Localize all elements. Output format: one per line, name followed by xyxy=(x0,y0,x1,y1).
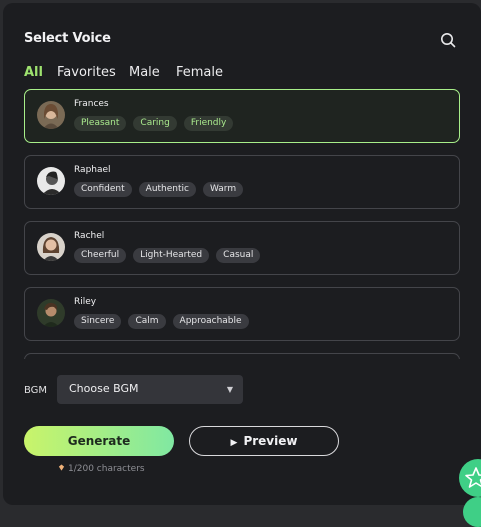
voice-tag: Light-Hearted xyxy=(133,248,210,263)
voice-tags: Sincere Calm Approachable xyxy=(74,314,249,330)
avatar xyxy=(37,233,65,261)
voice-name: Rachel xyxy=(74,231,105,241)
voice-list[interactable]: Frances Pleasant Caring Friendly Raphael… xyxy=(24,89,460,359)
voice-card-rachel[interactable]: Rachel Cheerful Light-Hearted Casual xyxy=(24,221,460,275)
generate-button[interactable]: Generate xyxy=(24,426,174,456)
voice-panel: Select Voice All Favorites Male Female F… xyxy=(3,3,481,505)
tab-male[interactable]: Male xyxy=(129,65,160,80)
voice-card-partial[interactable] xyxy=(24,353,460,359)
search-icon[interactable] xyxy=(439,31,457,49)
voice-name: Riley xyxy=(74,297,97,307)
favorite-fab[interactable] xyxy=(459,459,481,497)
voice-tag: Casual xyxy=(216,248,261,263)
preview-button[interactable]: ▶ Preview xyxy=(189,426,339,456)
voice-card-frances[interactable]: Frances Pleasant Caring Friendly xyxy=(24,89,460,143)
play-icon: ▶ xyxy=(230,438,238,448)
voice-card-riley[interactable]: Riley Sincere Calm Approachable xyxy=(24,287,460,341)
voice-tag: Cheerful xyxy=(74,248,127,263)
bgm-select[interactable]: Choose BGM ▼ xyxy=(57,375,243,404)
voice-name: Raphael xyxy=(74,165,111,175)
voice-tags: Confident Authentic Warm xyxy=(74,182,244,198)
gem-icon xyxy=(58,464,65,471)
preview-button-label: Preview xyxy=(243,434,298,448)
avatar xyxy=(37,167,65,195)
secondary-fab[interactable] xyxy=(463,497,481,527)
voice-name: Frances xyxy=(74,99,109,109)
voice-tag: Friendly xyxy=(183,116,234,131)
avatar xyxy=(37,101,65,129)
tab-female[interactable]: Female xyxy=(176,65,223,80)
character-count: 1/200 characters xyxy=(58,464,145,474)
bgm-label: BGM xyxy=(24,385,48,396)
voice-tag: Authentic xyxy=(138,182,196,197)
voice-tag: Confident xyxy=(74,182,132,197)
voice-tags: Pleasant Caring Friendly xyxy=(74,116,234,132)
voice-tag: Pleasant xyxy=(74,116,127,131)
voice-tag: Sincere xyxy=(74,314,122,329)
voice-tag: Warm xyxy=(202,182,244,197)
tab-all[interactable]: All xyxy=(24,65,43,80)
voice-tag: Caring xyxy=(133,116,177,131)
bgm-select-value: Choose BGM xyxy=(69,382,139,395)
tab-favorites[interactable]: Favorites xyxy=(57,65,116,80)
caret-down-icon: ▼ xyxy=(226,385,233,394)
voice-tag: Approachable xyxy=(172,314,249,329)
voice-tag: Calm xyxy=(128,314,166,329)
panel-title: Select Voice xyxy=(24,31,111,46)
generate-button-label: Generate xyxy=(67,434,131,448)
character-count-text: 1/200 characters xyxy=(68,464,145,474)
voice-tags: Cheerful Light-Hearted Casual xyxy=(74,248,261,264)
avatar xyxy=(37,299,65,327)
panel-header: Select Voice xyxy=(24,31,461,51)
star-icon xyxy=(465,467,481,488)
voice-card-raphael[interactable]: Raphael Confident Authentic Warm xyxy=(24,155,460,209)
